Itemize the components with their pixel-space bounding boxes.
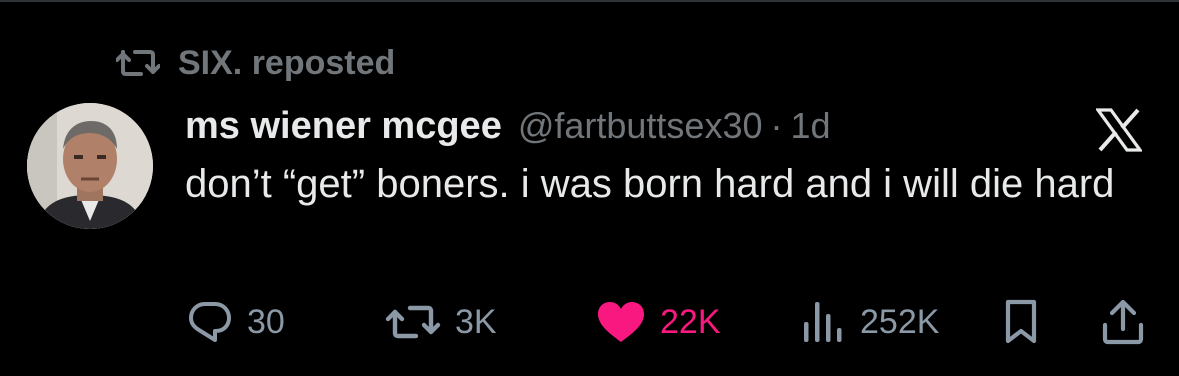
views-count: 252K [860, 302, 940, 341]
repost-label[interactable]: SIX. reposted [178, 44, 395, 83]
repost-icon [116, 50, 160, 76]
like-count: 22K [660, 302, 721, 341]
share-button[interactable] [1101, 296, 1159, 348]
reply-button[interactable]: 30 [187, 296, 285, 348]
views-button[interactable]: 252K [800, 296, 939, 348]
share-icon [1102, 299, 1144, 345]
like-button[interactable]: 22K [596, 296, 721, 348]
repost-icon [385, 305, 441, 339]
bookmark-button[interactable] [1001, 296, 1055, 348]
heart-icon [598, 302, 644, 342]
x-logo-icon [1096, 108, 1142, 152]
top-divider [0, 0, 1179, 2]
views-chart-icon [804, 302, 842, 342]
avatar[interactable] [27, 103, 153, 229]
tweet-header: ms wiener mcgee @fartbuttsex30 · 1d [185, 102, 831, 150]
timestamp[interactable]: 1d [791, 105, 831, 147]
reply-icon [189, 302, 231, 342]
display-name[interactable]: ms wiener mcgee [185, 105, 502, 148]
repost-count: 3K [455, 302, 497, 341]
separator-dot: · [770, 105, 783, 146]
repost-button[interactable]: 3K [385, 296, 497, 348]
tweet-text: don’t “get” boners. i was born hard and … [185, 162, 1115, 206]
repost-context[interactable]: SIX. reposted [116, 42, 395, 84]
user-handle[interactable]: @fartbuttsex30 [518, 105, 763, 147]
bookmark-icon [1005, 299, 1037, 344]
reply-count: 30 [247, 302, 285, 341]
action-bar: 30 3K 22K 252K [0, 296, 1179, 348]
